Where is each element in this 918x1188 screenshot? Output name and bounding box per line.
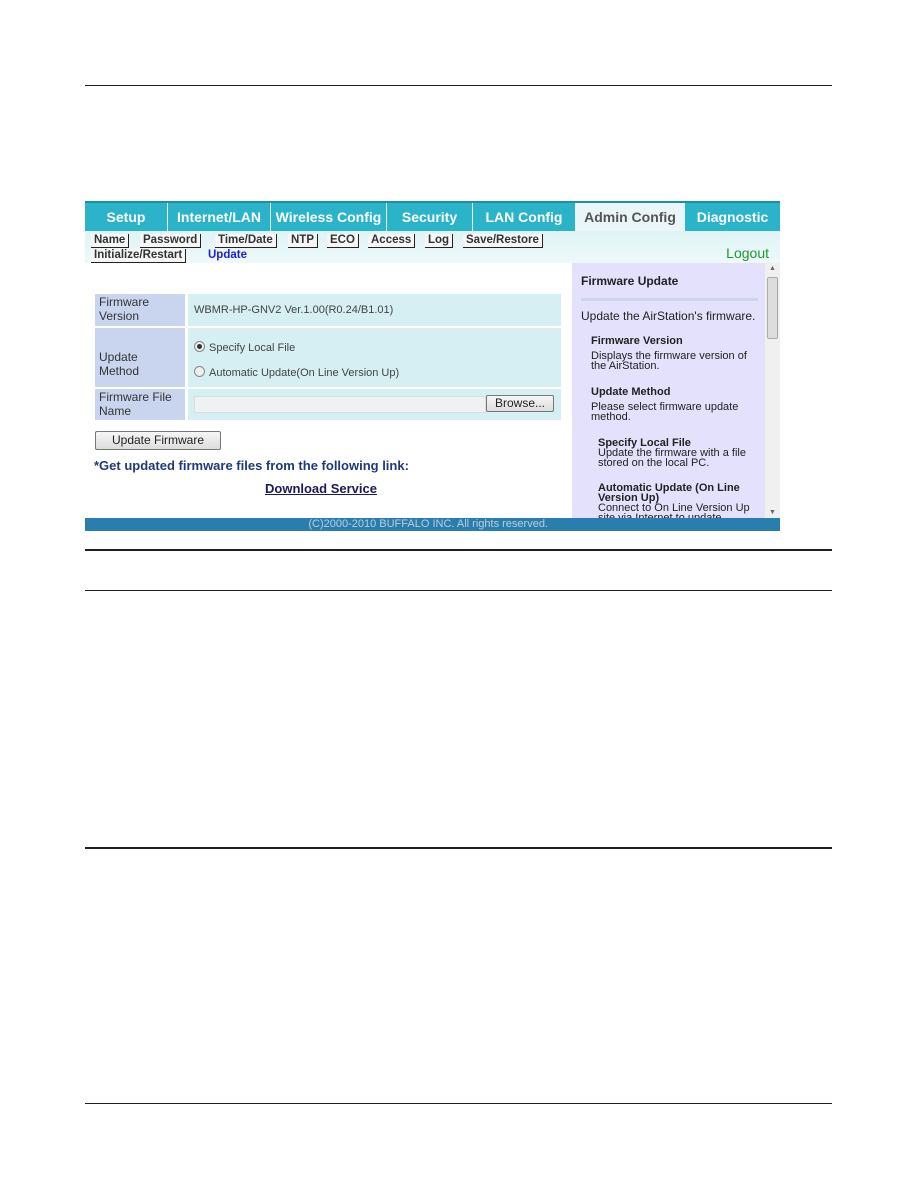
file-name-input[interactable]: [194, 396, 486, 413]
subnav-name[interactable]: Name: [91, 234, 130, 248]
section-rule: [85, 590, 832, 591]
tab-admin-config[interactable]: Admin Config: [576, 203, 685, 231]
tab-internet-lan[interactable]: Internet/LAN: [168, 203, 271, 231]
admin-screenshot: Setup Internet/LAN Wireless Config Secur…: [85, 201, 780, 531]
copyright-footer: (C)2000-2010 BUFFALO INC. All rights res…: [85, 518, 780, 531]
firmware-version-row: Firmware Version WBMR-HP-GNV2 Ver.1.00(R…: [95, 294, 561, 326]
help-text: Displays the firmware version of the Air…: [591, 350, 747, 372]
help-heading: Automatic Update (On Line Version Up): [598, 482, 740, 504]
subnav-ntp[interactable]: NTP: [288, 234, 318, 248]
tab-lan-config[interactable]: LAN Config: [473, 203, 576, 231]
help-heading: Update Method: [591, 386, 671, 398]
help-panel: Firmware Update Update the AirStation's …: [572, 263, 765, 524]
subnav-access[interactable]: Access: [368, 234, 416, 248]
section-rule: [85, 847, 832, 849]
logout-link[interactable]: Logout: [726, 245, 769, 261]
tab-setup[interactable]: Setup: [85, 203, 168, 231]
subnav-password[interactable]: Password: [140, 234, 202, 248]
update-method-label: Update Method: [95, 328, 185, 387]
scroll-down-icon[interactable]: ▼: [769, 509, 776, 516]
firmware-version-label: Firmware Version: [95, 294, 185, 326]
radio-unselected-icon[interactable]: [194, 366, 205, 377]
firmware-version-value: WBMR-HP-GNV2 Ver.1.00(R0.24/B1.01): [188, 294, 561, 326]
browse-button[interactable]: Browse...: [486, 395, 554, 412]
subnav-time-date[interactable]: Time/Date: [215, 234, 277, 248]
help-text: Please select firmware update method.: [591, 401, 739, 423]
help-title: Firmware Update: [581, 274, 679, 288]
tab-security[interactable]: Security: [387, 203, 473, 231]
main-tabs: Setup Internet/LAN Wireless Config Secur…: [85, 201, 780, 231]
subnav-log[interactable]: Log: [425, 234, 454, 248]
option-automatic-update[interactable]: Automatic Update(On Line Version Up): [194, 366, 399, 379]
option-local-file[interactable]: Specify Local File: [194, 341, 295, 354]
link-note: *Get updated firmware files from the fol…: [94, 458, 409, 473]
subnav-save-restore[interactable]: Save/Restore: [463, 234, 543, 248]
help-heading: Firmware Version: [591, 335, 683, 347]
scroll-up-icon[interactable]: ▲: [769, 265, 776, 272]
download-service-link[interactable]: Download Service: [265, 481, 377, 496]
footer-rule: [85, 1103, 832, 1104]
radio-selected-icon[interactable]: [194, 341, 205, 352]
update-method-row: Update Method Specify Local File Automat…: [95, 328, 561, 387]
help-intro: Update the AirStation's firmware.: [581, 309, 756, 323]
section-rule: [85, 549, 832, 551]
subnav-update[interactable]: Update: [205, 249, 250, 262]
header-rule: [85, 85, 832, 86]
update-firmware-button[interactable]: Update Firmware: [95, 431, 221, 450]
scrollbar-thumb[interactable]: [767, 277, 778, 339]
file-name-label: Firmware File Name: [95, 389, 185, 420]
manual-page: Setup Internet/LAN Wireless Config Secur…: [0, 0, 918, 1188]
subnav-eco[interactable]: ECO: [327, 234, 359, 248]
file-name-row: Firmware File Name Browse...: [95, 389, 561, 420]
sub-nav: Name Password Time/Date NTP ECO Access L…: [85, 231, 780, 263]
help-divider: [581, 298, 758, 301]
subnav-initialize-restart[interactable]: Initialize/Restart: [91, 249, 187, 263]
tab-diagnostic[interactable]: Diagnostic: [685, 203, 780, 231]
help-scrollbar[interactable]: ▲ ▼: [765, 263, 780, 518]
help-text: Update the firmware with a file stored o…: [598, 447, 746, 469]
tab-wireless-config[interactable]: Wireless Config: [271, 203, 387, 231]
